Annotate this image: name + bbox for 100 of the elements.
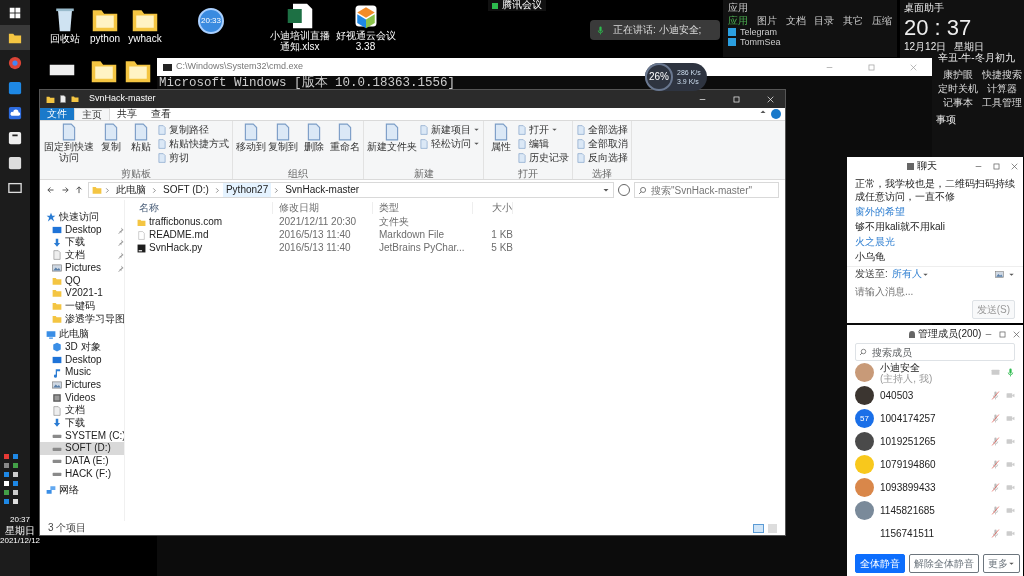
ribbon-button[interactable]: 粘贴 xyxy=(127,123,155,168)
tree-item[interactable]: 快速访问 xyxy=(40,211,124,224)
member-row[interactable]: 1145821685 xyxy=(847,499,1023,522)
tool-button[interactable]: 记事本 xyxy=(936,96,980,111)
tree-item[interactable]: 渗透学习导图 xyxy=(40,312,124,326)
search-field[interactable]: 搜索"SvnHack-master" xyxy=(634,182,779,198)
tree-item[interactable]: 网络 xyxy=(40,483,124,497)
column-header[interactable]: 类型 xyxy=(373,201,473,215)
member-row[interactable]: 040503 xyxy=(847,384,1023,407)
ribbon-button[interactable]: 编辑 xyxy=(517,137,569,150)
breadcrumb[interactable]: 此电脑 xyxy=(113,183,149,197)
ribbon-button[interactable]: 新建文件夹 xyxy=(367,123,417,168)
tree-item[interactable]: 文档 xyxy=(40,404,124,417)
ribbon-button[interactable]: 新建项目 xyxy=(419,123,480,136)
desktop-icon[interactable]: 小迪培训直播通知.xlsx xyxy=(268,2,331,52)
group-label: 选择 xyxy=(591,168,613,179)
tree-item[interactable]: V2021-1 xyxy=(40,287,124,300)
member-action-button[interactable]: 解除全体静音 xyxy=(909,553,979,573)
tree-item[interactable]: 下载 xyxy=(40,417,124,430)
file-row[interactable]: README.md 2016/5/13 11:40 Markdown File 1 KB xyxy=(133,229,785,242)
tree-item[interactable]: DATA (E:) xyxy=(40,455,124,468)
document-icon xyxy=(52,405,62,416)
tree-item[interactable]: HACK (F:) xyxy=(40,467,124,481)
column-header[interactable]: 修改日期 xyxy=(273,201,373,215)
ribbon-button[interactable]: 历史记录 xyxy=(517,151,569,164)
ribbon-button[interactable]: 剪切 xyxy=(157,151,229,164)
breadcrumb[interactable]: SvnHack-master xyxy=(282,183,363,197)
tree-item[interactable]: 下载 xyxy=(40,236,124,250)
recipient-dropdown[interactable]: 所有人 xyxy=(891,268,929,281)
ribbon-button[interactable]: 删除 xyxy=(300,123,328,168)
tree-item[interactable]: Music xyxy=(40,366,124,379)
file-row[interactable]: SvnHack.py 2016/5/13 11:40 JetBrains PyChar... 5 KB xyxy=(133,242,785,255)
details-view-button[interactable] xyxy=(753,523,764,533)
ribbon-button[interactable]: 打开 xyxy=(517,123,569,136)
ribbon-tab[interactable]: 共享 xyxy=(110,108,144,120)
column-header[interactable]: 名称 xyxy=(133,201,273,215)
tree-item[interactable]: 3D 对象 xyxy=(40,340,124,354)
tree-item[interactable]: QQ xyxy=(40,274,124,288)
windows-logo-icon xyxy=(8,5,22,20)
ribbon-button[interactable]: 反向选择 xyxy=(576,151,628,164)
tree-item[interactable]: SOFT (D:) xyxy=(40,442,124,456)
desktop-icon[interactable]: 20:33 xyxy=(188,8,234,34)
ribbon-button[interactable]: 复制路径 xyxy=(157,123,229,136)
tree-item[interactable]: Desktop xyxy=(40,223,124,237)
ribbon-button[interactable]: 全部取消 xyxy=(576,137,628,150)
member-action-button[interactable]: 更多 xyxy=(983,553,1020,573)
tree-item[interactable]: 一键码 xyxy=(40,299,124,313)
member-row[interactable]: 1093899433 xyxy=(847,476,1023,499)
tool-button[interactable]: 快捷搜索 xyxy=(980,68,1024,83)
member-row[interactable]: 1156741511 xyxy=(847,522,1023,545)
taskbar-button[interactable] xyxy=(0,25,30,50)
file-row[interactable]: trafficbonus.com 2021/12/11 20:30 文件夹 xyxy=(133,216,785,229)
tool-button[interactable]: 康护眼 xyxy=(936,68,980,83)
ribbon-button[interactable]: 固定到快速访问 xyxy=(43,123,95,168)
desktop-icon[interactable]: 好视通云会议 3.38 xyxy=(334,2,397,52)
column-header[interactable]: 大小 xyxy=(473,201,513,215)
ribbon-button[interactable]: 重命名 xyxy=(330,123,360,168)
arrow-down-icon xyxy=(52,418,62,429)
ribbon-button[interactable]: 复制 xyxy=(97,123,125,168)
ribbon-button[interactable]: 属性 xyxy=(487,123,515,168)
page-icon xyxy=(157,124,167,135)
app-name[interactable]: TommSea xyxy=(740,37,781,47)
search-field[interactable]: 搜索成员 xyxy=(855,343,1015,361)
panel-tab[interactable]: 文档 xyxy=(785,14,806,27)
ribbon-button[interactable]: 移动到 xyxy=(236,123,266,168)
panel-tab[interactable]: 其它 xyxy=(843,14,864,27)
member-row[interactable]: 小迪安全 (主持人, 我) xyxy=(847,361,1023,384)
ribbon-tab[interactable]: 主页 xyxy=(74,108,110,120)
ribbon-button[interactable]: 粘贴快捷方式 xyxy=(157,137,229,150)
member-row[interactable]: 1019251265 xyxy=(847,430,1023,453)
forward-button[interactable] xyxy=(60,185,70,195)
member-row[interactable]: 57 1004174257 xyxy=(847,407,1023,430)
breadcrumb[interactable]: Python27 xyxy=(222,183,272,197)
ribbon-button[interactable]: 全部选择 xyxy=(576,123,628,136)
panel-tab[interactable]: 目录 xyxy=(814,14,835,27)
panel-tab[interactable]: 压缩 xyxy=(872,14,892,27)
tree-item[interactable]: Pictures xyxy=(40,378,124,392)
tool-button[interactable]: 定时关机 xyxy=(936,82,980,97)
member-action-button[interactable]: 全体静音 xyxy=(855,553,905,573)
tree-item[interactable]: 文档 xyxy=(40,249,124,262)
tree-item[interactable]: Pictures xyxy=(40,261,124,275)
tool-button[interactable]: 计算器 xyxy=(980,82,1024,97)
tree-item[interactable]: SYSTEM (C:) xyxy=(40,429,124,443)
back-button[interactable] xyxy=(46,185,56,195)
breadcrumb[interactable]: SOFT (D:) xyxy=(160,183,212,197)
ribbon-tab[interactable]: 查看 xyxy=(144,108,178,120)
ribbon-button[interactable]: 复制到 xyxy=(268,123,298,168)
tool-button[interactable]: 工具管理 xyxy=(980,96,1024,111)
panel-tab[interactable]: 应用 xyxy=(728,14,748,27)
ribbon-button[interactable]: 轻松访问 xyxy=(419,137,480,150)
tree-item[interactable]: 此电脑 xyxy=(40,328,124,341)
up-button[interactable] xyxy=(74,185,84,195)
member-row[interactable]: 1079194860 xyxy=(847,453,1023,476)
tree-item[interactable]: Desktop xyxy=(40,353,124,367)
ribbon-tab[interactable]: 文件 xyxy=(40,108,74,120)
icon-label: 回收站 xyxy=(50,33,80,44)
address-field[interactable]: 此电脑 SOFT (D:) Python27 SvnHack-master xyxy=(88,182,614,198)
panel-tab[interactable]: 图片 xyxy=(756,14,777,27)
tree-item[interactable]: Videos xyxy=(40,391,124,405)
app-name[interactable]: Telegram xyxy=(740,27,777,37)
